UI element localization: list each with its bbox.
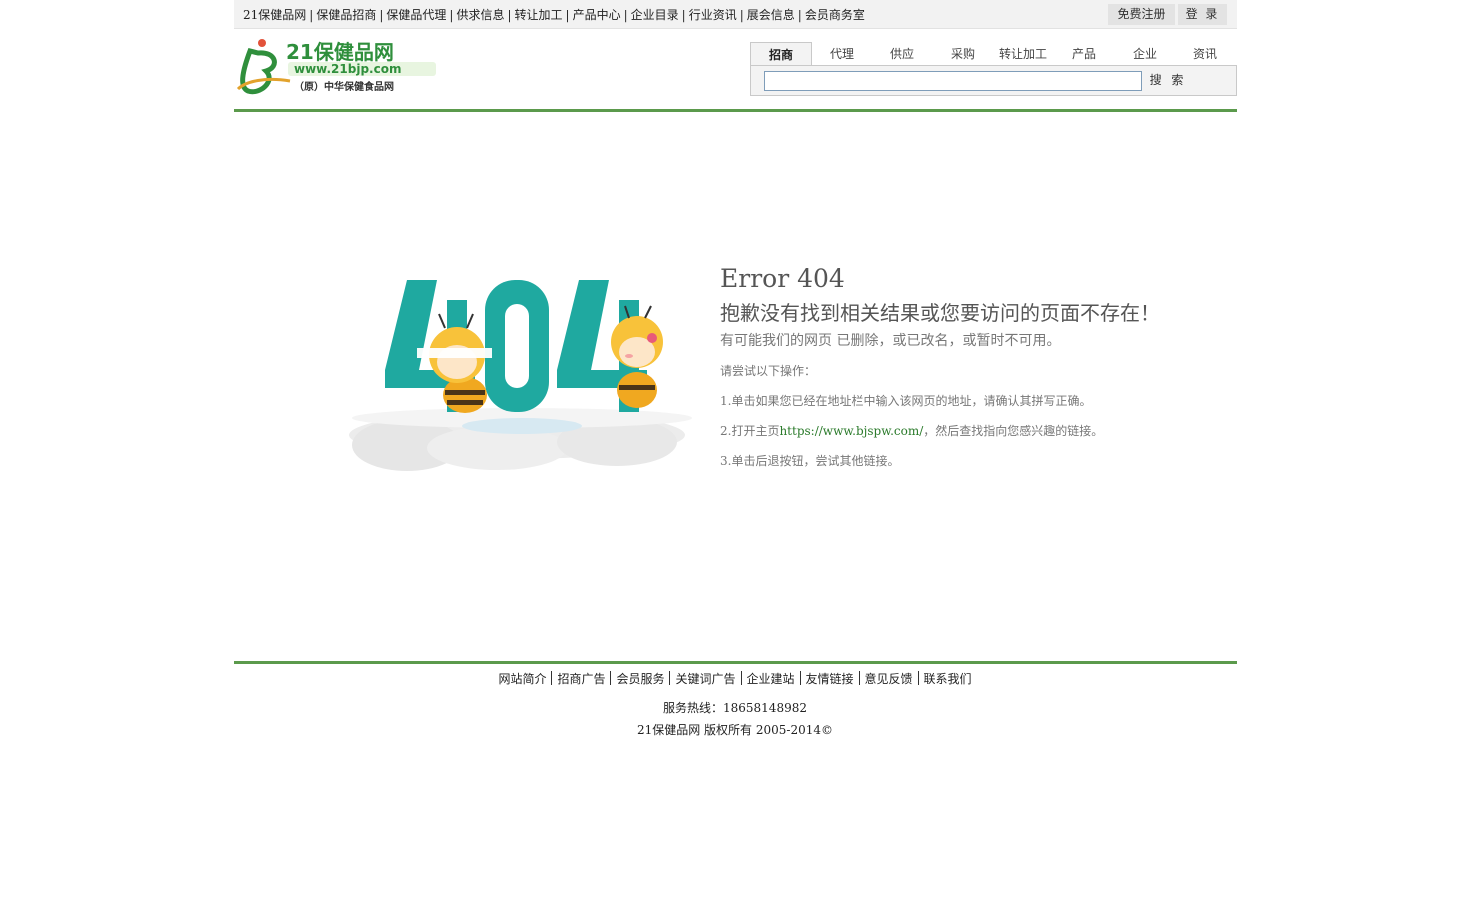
header-divider [234, 109, 1237, 112]
tab-products[interactable]: 产品 [1054, 42, 1114, 65]
top-nav-expo[interactable]: 展会信息 [747, 8, 795, 22]
top-nav-recruit[interactable]: 保健品招商 [316, 8, 376, 22]
error-subtitle: 抱歉没有找到相关结果或您要访问的页面不存在！ [720, 301, 1160, 325]
footer-hotline: 服务热线：18658148982 [663, 701, 807, 715]
top-nav-supply[interactable]: 供求信息 [456, 8, 504, 22]
footer-link-about[interactable]: 网站简介 [493, 672, 551, 686]
footer-copyright: 21保健品网 版权所有 2005-2014© [636, 723, 834, 737]
login-button[interactable]: 登 录 [1178, 4, 1227, 25]
footer-link-friends[interactable]: 友情链接 [801, 672, 859, 686]
footer-nav: 网站简介 招商广告 会员服务 关键词广告 企业建站 友情链接 意见反馈 联系我们 [0, 670, 1470, 687]
tab-agent[interactable]: 代理 [812, 42, 872, 65]
top-nav-products[interactable]: 产品中心 [573, 8, 621, 22]
tab-news[interactable]: 资讯 [1175, 42, 1235, 65]
error-404-illustration [349, 280, 692, 471]
footer-link-services[interactable]: 会员服务 [611, 672, 669, 686]
top-nav-home[interactable]: 21保健品网 [243, 8, 306, 22]
top-nav-member[interactable]: 会员商务室 [805, 8, 865, 22]
tab-transfer[interactable]: 转让加工 [993, 42, 1053, 65]
top-nav-agent[interactable]: 保健品代理 [386, 8, 446, 22]
footer-link-site-building[interactable]: 企业建站 [742, 672, 800, 686]
top-bar: 21保健品网 | 保健品招商 | 保健品代理 | 供求信息 | 转让加工 | 产品中心 | 企业目录 | 行… [234, 0, 1237, 29]
footer-link-keyword-ads[interactable]: 关键词广告 [670, 672, 740, 686]
error-step-1: 1.单击如果您已经在地址栏中输入该网页的地址，请确认其拼写正确。 [720, 394, 1092, 408]
footer-link-contact[interactable]: 联系我们 [919, 672, 977, 686]
error-step-3: 3.单击后退按钮，尝试其他链接。 [720, 454, 900, 468]
logo-url: www.21bjp.com [294, 62, 401, 76]
tab-companies[interactable]: 企业 [1115, 42, 1175, 65]
tab-purchase[interactable]: 采购 [933, 42, 993, 65]
homepage-link[interactable]: https://www.bjspw.com/ [779, 424, 923, 438]
register-button[interactable]: 免费注册 [1108, 4, 1175, 25]
top-nav-news[interactable]: 行业资讯 [689, 8, 737, 22]
tab-supply[interactable]: 供应 [872, 42, 932, 65]
logo-title: 21保健品网 [286, 40, 394, 64]
tab-recruit[interactable]: 招商 [750, 42, 812, 66]
search-input[interactable] [764, 71, 1142, 91]
error-step-2-prefix: 2.打开主页 [720, 424, 780, 438]
footer-link-ads[interactable]: 招商广告 [552, 672, 610, 686]
logo-tagline: （原）中华保健食品网 [294, 80, 394, 93]
error-title: Error 404 [720, 264, 845, 293]
footer-divider [234, 661, 1237, 664]
top-nav: 21保健品网 | 保健品招商 | 保健品代理 | 供求信息 | 转让加工 | 产品中心 | 企业目录 | 行… [243, 8, 865, 22]
search-button[interactable]: 搜 索 [1146, 71, 1190, 89]
error-step-2-suffix: ，然后查找指向您感兴趣的链接。 [923, 424, 1104, 438]
site-logo[interactable]: 21保健品网 www.21bjp.com （原）中华保健食品网 [236, 37, 440, 95]
error-step-2: 2.打开主页https://www.bjspw.com/，然后查找指向您感兴趣的… [720, 422, 1103, 439]
top-nav-transfer[interactable]: 转让加工 [515, 8, 563, 22]
search-tabs: 招商 代理 供应 采购 转让加工 产品 企业 资讯 [750, 42, 1237, 66]
error-try-label: 请尝试以下操作： [720, 364, 817, 378]
footer-link-feedback[interactable]: 意见反馈 [860, 672, 918, 686]
top-nav-directory[interactable]: 企业目录 [631, 8, 679, 22]
search-box: 搜 索 [750, 65, 1237, 96]
error-note: 有可能我们的网页 已删除，或已改名，或暂时不可用。 [720, 333, 1061, 349]
